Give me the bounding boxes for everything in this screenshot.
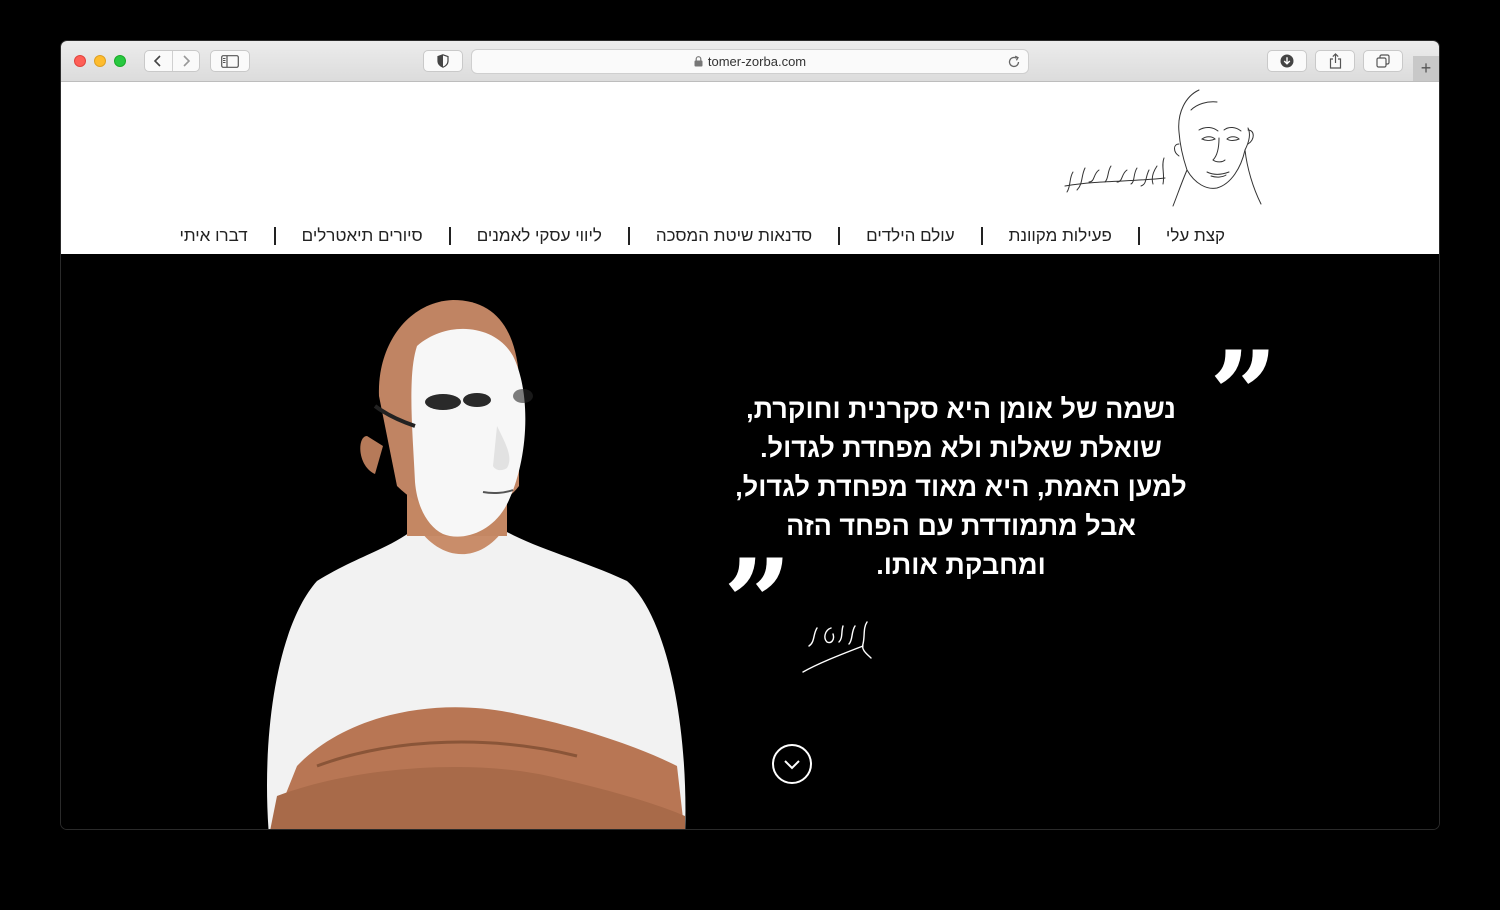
menu-item-business[interactable]: ליווי עסקי לאמנים	[451, 226, 628, 246]
chevron-left-icon	[154, 55, 161, 67]
share-icon	[1329, 53, 1341, 69]
minimize-window-button[interactable]	[94, 55, 106, 67]
menu-divider	[448, 227, 451, 245]
masked-man-photo	[267, 300, 686, 829]
address-bar[interactable]: tomer-zorba.com	[471, 49, 1029, 74]
menu-item-kids[interactable]: עולם הילדים	[840, 226, 980, 246]
main-menu: קצת עלי פעילות מקוונת עולם הילדים סדנאות…	[61, 222, 1439, 250]
menu-item-online[interactable]: פעילות מקוונת	[983, 226, 1138, 246]
reload-icon[interactable]	[1007, 55, 1021, 69]
download-icon	[1280, 54, 1294, 68]
privacy-report-button[interactable]	[423, 50, 463, 72]
browser-window: tomer-zorba.com + קצת עלי פעילות מקוונת …	[61, 41, 1439, 829]
tabs-icon	[1376, 54, 1390, 68]
menu-item-mask-workshops[interactable]: סדנאות שיטת המסכה	[630, 226, 838, 246]
close-window-button[interactable]	[74, 55, 86, 67]
zoom-window-button[interactable]	[114, 55, 126, 67]
new-tab-button[interactable]: +	[1413, 56, 1439, 81]
lock-icon	[694, 56, 703, 67]
history-nav	[144, 50, 200, 72]
site-logo[interactable]	[1061, 86, 1271, 208]
menu-item-contact[interactable]: דברו איתי	[153, 226, 273, 246]
tab-overview-button[interactable]	[1363, 50, 1403, 72]
browser-toolbar: tomer-zorba.com +	[61, 41, 1439, 82]
menu-divider	[980, 227, 983, 245]
site-header: קצת עלי פעילות מקוונת עולם הילדים סדנאות…	[61, 82, 1439, 254]
menu-divider	[627, 227, 630, 245]
sidebar-toggle-button[interactable]	[210, 50, 250, 72]
sidebar-icon	[221, 54, 239, 68]
menu-divider	[1137, 227, 1140, 245]
downloads-button[interactable]	[1267, 50, 1307, 72]
scroll-down-button[interactable]	[772, 744, 812, 784]
signature	[802, 621, 872, 673]
menu-divider	[273, 227, 276, 245]
menu-divider	[838, 227, 841, 245]
plus-icon: +	[1420, 58, 1432, 78]
chevron-down-icon	[784, 759, 800, 769]
shield-icon	[437, 54, 449, 68]
quote-close-mark: ”	[723, 533, 793, 674]
chevron-right-icon	[183, 55, 190, 67]
hero-section: ” נשמה של אומן היא סקרנית וחוקרת, שואלת …	[61, 254, 1439, 829]
menu-item-tours[interactable]: סיורים תיאטרלים	[276, 226, 449, 246]
quote-line: למען האמת, היא מאוד מפחדת לגדול,	[735, 472, 1187, 502]
url-text: tomer-zorba.com	[707, 54, 807, 69]
quote-line: נשמה של אומן היא סקרנית וחוקרת,	[746, 394, 1176, 424]
share-button[interactable]	[1315, 50, 1355, 72]
forward-button[interactable]	[173, 51, 200, 71]
quote-line: שואלת שאלות ולא מפחדת לגדול.	[760, 433, 1162, 463]
back-button[interactable]	[145, 51, 173, 71]
menu-item-about[interactable]: קצת עלי	[1140, 226, 1251, 246]
